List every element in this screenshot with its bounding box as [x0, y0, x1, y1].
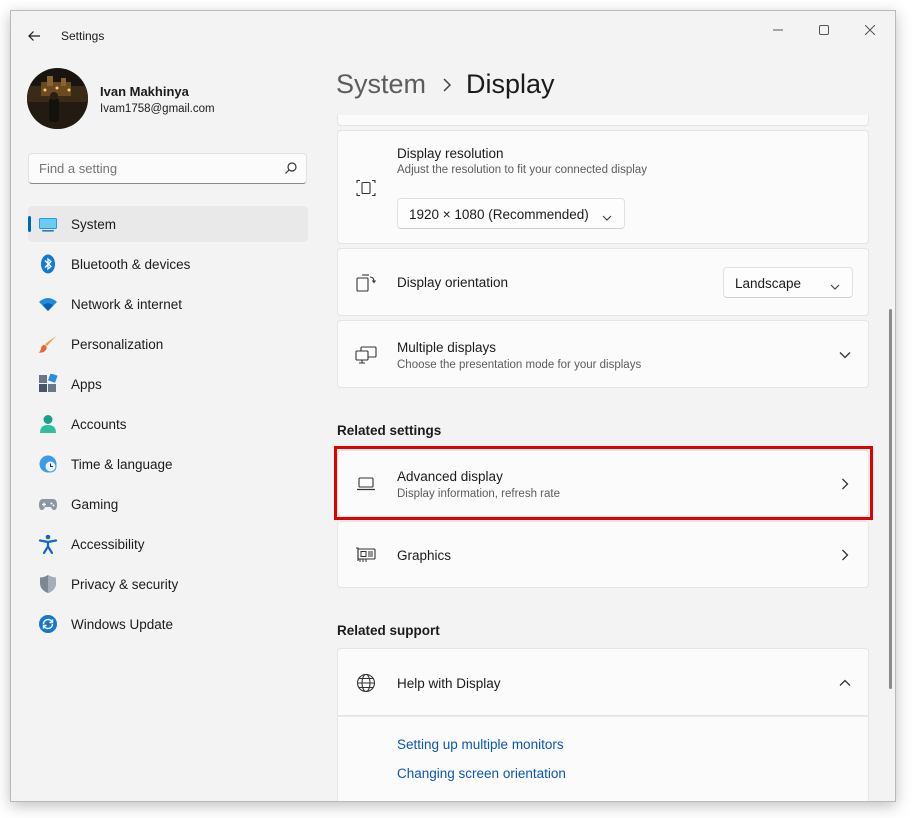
user-email: Ivam1758@gmail.com [100, 103, 215, 115]
resolution-value: 1920 × 1080 (Recommended) [409, 207, 589, 222]
graphics-card[interactable]: Graphics [337, 521, 869, 588]
sidebar-item-privacy[interactable]: Privacy & security [28, 566, 308, 602]
previous-card-edge [337, 115, 869, 126]
maximize-icon [819, 25, 829, 35]
sidebar-item-label: Bluetooth & devices [71, 257, 191, 272]
display-icon [38, 214, 58, 234]
back-button[interactable] [23, 25, 45, 47]
sidebar-item-label: Time & language [71, 457, 173, 472]
chevron-up-icon[interactable] [838, 676, 852, 690]
sidebar-item-windows-update[interactable]: Windows Update [28, 606, 308, 642]
minimize-button[interactable] [763, 19, 793, 41]
breadcrumb-parent[interactable]: System [336, 69, 426, 100]
sidebar-item-label: Accessibility [71, 537, 145, 552]
minimize-icon [773, 29, 783, 31]
chevron-down-icon [602, 210, 612, 225]
multiple-displays-icon [355, 344, 377, 366]
close-icon [865, 25, 875, 35]
sidebar-item-label: Network & internet [71, 297, 183, 312]
wifi-icon [38, 294, 58, 314]
sidebar-item-network[interactable]: Network & internet [28, 286, 308, 322]
orientation-icon [355, 272, 377, 294]
search-input[interactable] [39, 161, 269, 176]
graphics-card-icon [355, 544, 377, 566]
sidebar-item-time-language[interactable]: Time & language [28, 446, 308, 482]
display-orientation-title: Display orientation [397, 275, 509, 290]
link-setting-up-multiple-monitors[interactable]: Setting up multiple monitors [397, 737, 564, 752]
sidebar-item-accounts[interactable]: Accounts [28, 406, 308, 442]
display-orientation-card: Display orientation Landscape [337, 248, 869, 316]
orientation-value: Landscape [735, 276, 802, 291]
sidebar-item-label: Apps [71, 377, 102, 392]
user-name: Ivan Makhinya [100, 84, 189, 99]
avatar[interactable] [27, 68, 88, 129]
resolution-dropdown[interactable]: 1920 × 1080 (Recommended) [397, 198, 625, 229]
sidebar-item-apps[interactable]: Apps [28, 366, 308, 402]
shield-icon [38, 574, 58, 594]
sidebar-item-personalization[interactable]: Personalization [28, 326, 308, 362]
sidebar-item-label: Privacy & security [71, 577, 179, 592]
maximize-button[interactable] [809, 19, 839, 41]
back-arrow-icon [28, 31, 40, 41]
resolution-icon [355, 177, 377, 199]
orientation-dropdown[interactable]: Landscape [723, 267, 853, 298]
page-title: Display [466, 69, 555, 99]
update-icon [38, 614, 58, 634]
display-resolution-subtitle: Adjust the resolution to fit your connec… [397, 164, 647, 176]
sidebar-item-label: Accounts [71, 417, 127, 432]
apps-icon [38, 374, 58, 394]
sidebar-item-label: Personalization [71, 337, 164, 352]
title-bar: Settings [11, 11, 895, 59]
search-icon[interactable] [284, 161, 298, 180]
brush-icon [38, 334, 58, 354]
display-resolution-title: Display resolution [397, 146, 504, 161]
scrollbar-thumb[interactable] [889, 309, 892, 689]
help-with-display-title: Help with Display [397, 676, 501, 691]
help-with-display-card[interactable]: Help with Display [337, 648, 869, 716]
sidebar-item-accessibility[interactable]: Accessibility [28, 526, 308, 562]
display-resolution-card: Display resolution Adjust the resolution… [337, 130, 869, 244]
chevron-down-icon [830, 279, 840, 294]
link-changing-screen-orientation[interactable]: Changing screen orientation [397, 766, 566, 781]
graphics-title: Graphics [397, 548, 452, 563]
sidebar-nav: System Bluetooth & devices Network & int… [28, 206, 308, 646]
gamepad-icon [38, 494, 58, 514]
multiple-displays-title: Multiple displays [397, 340, 497, 355]
sidebar-item-label: Gaming [71, 497, 119, 512]
sidebar-item-label: Windows Update [71, 617, 174, 632]
related-support-heading: Related support [337, 623, 440, 638]
search-box[interactable] [28, 153, 307, 184]
bluetooth-icon [38, 254, 58, 274]
multiple-displays-subtitle: Choose the presentation mode for your di… [397, 359, 642, 371]
globe-icon [355, 672, 377, 694]
accessibility-icon [38, 534, 58, 554]
sidebar-item-bluetooth[interactable]: Bluetooth & devices [28, 246, 308, 282]
chevron-right-icon [442, 77, 452, 92]
person-icon [38, 414, 58, 434]
app-title: Settings [61, 29, 105, 43]
multiple-displays-card[interactable]: Multiple displays Choose the presentatio… [337, 320, 869, 388]
breadcrumb: System Display [336, 69, 555, 100]
sidebar-item-gaming[interactable]: Gaming [28, 486, 308, 522]
chevron-right-icon [838, 548, 852, 562]
related-settings-heading: Related settings [337, 423, 442, 438]
avatar-photo-icon [27, 68, 88, 129]
close-button[interactable] [855, 19, 885, 41]
sidebar-item-label: System [71, 217, 117, 232]
settings-window: Settings Ivan Makhinya Ivam1758@gmail.co… [10, 10, 896, 802]
help-links-panel [337, 716, 869, 801]
clock-globe-icon [38, 454, 58, 474]
sidebar-item-system[interactable]: System [28, 206, 308, 242]
highlight-box [334, 446, 873, 520]
chevron-down-icon[interactable] [838, 348, 852, 362]
